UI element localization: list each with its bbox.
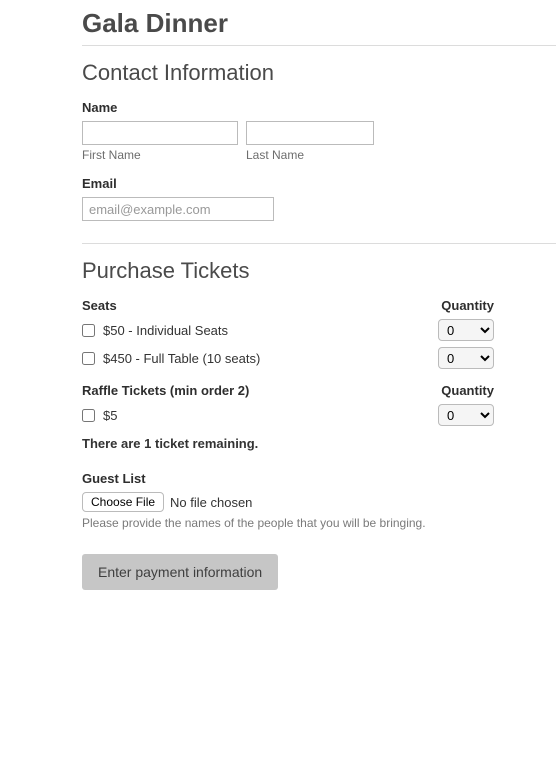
email-label: Email bbox=[82, 176, 556, 191]
tickets-heading: Purchase Tickets bbox=[82, 258, 556, 284]
seat-row: $450 - Full Table (10 seats) 0 bbox=[82, 347, 494, 369]
quantity-label: Quantity bbox=[441, 383, 494, 398]
seat-checkbox-0[interactable] bbox=[82, 324, 95, 337]
seat-qty-0[interactable]: 0 bbox=[438, 319, 494, 341]
raffle-label: Raffle Tickets (min order 2) bbox=[82, 383, 249, 398]
name-label: Name bbox=[82, 100, 556, 115]
first-name-input[interactable] bbox=[82, 121, 238, 145]
email-input[interactable] bbox=[82, 197, 274, 221]
guest-help-text: Please provide the names of the people t… bbox=[82, 516, 556, 530]
raffle-label-0: $5 bbox=[103, 408, 117, 423]
divider bbox=[82, 45, 556, 46]
raffle-row: $5 0 bbox=[82, 404, 494, 426]
choose-file-button[interactable]: Choose File bbox=[82, 492, 164, 512]
last-name-input[interactable] bbox=[246, 121, 374, 145]
seat-label-0: $50 - Individual Seats bbox=[103, 323, 228, 338]
seats-label: Seats bbox=[82, 298, 117, 313]
enter-payment-button[interactable]: Enter payment information bbox=[82, 554, 278, 590]
raffle-checkbox-0[interactable] bbox=[82, 409, 95, 422]
divider bbox=[82, 243, 556, 244]
page-title: Gala Dinner bbox=[82, 8, 556, 39]
file-status: No file chosen bbox=[170, 495, 252, 510]
contact-heading: Contact Information bbox=[82, 60, 556, 86]
guest-list-label: Guest List bbox=[82, 471, 556, 486]
seat-label-1: $450 - Full Table (10 seats) bbox=[103, 351, 260, 366]
raffle-qty-0[interactable]: 0 bbox=[438, 404, 494, 426]
quantity-label: Quantity bbox=[441, 298, 494, 313]
tickets-remaining: There are 1 ticket remaining. bbox=[82, 436, 556, 451]
first-name-sublabel: First Name bbox=[82, 148, 238, 162]
seat-qty-1[interactable]: 0 bbox=[438, 347, 494, 369]
seat-checkbox-1[interactable] bbox=[82, 352, 95, 365]
last-name-sublabel: Last Name bbox=[246, 148, 374, 162]
seat-row: $50 - Individual Seats 0 bbox=[82, 319, 494, 341]
